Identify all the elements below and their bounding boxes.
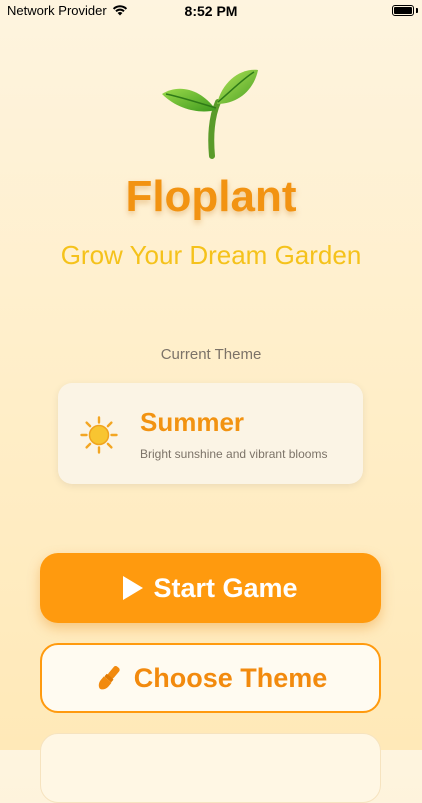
paintbrush-icon	[98, 666, 120, 690]
start-game-button[interactable]: Start Game	[40, 553, 381, 623]
battery-cap	[416, 8, 418, 13]
current-theme-card: Summer Bright sunshine and vibrant bloom…	[58, 383, 363, 484]
play-icon	[123, 576, 144, 600]
clock: 8:52 PM	[184, 3, 238, 19]
app-title: Floplant	[125, 172, 297, 221]
choose-theme-button[interactable]: Choose Theme	[40, 643, 381, 713]
app-tagline: Grow Your Dream Garden	[60, 240, 362, 270]
sun-icon	[80, 416, 118, 454]
status-bar: Network Provider 8:52 PM	[0, 0, 422, 24]
theme-name: Summer	[140, 407, 245, 437]
battery-icon	[392, 5, 414, 16]
partial-button[interactable]	[40, 733, 381, 803]
theme-description: Bright sunshine and vibrant blooms	[140, 447, 328, 461]
choose-theme-label: Choose Theme	[133, 662, 328, 693]
sprout-icon	[162, 69, 258, 159]
current-theme-heading: Current Theme	[160, 346, 262, 363]
start-game-label: Start Game	[153, 572, 298, 603]
